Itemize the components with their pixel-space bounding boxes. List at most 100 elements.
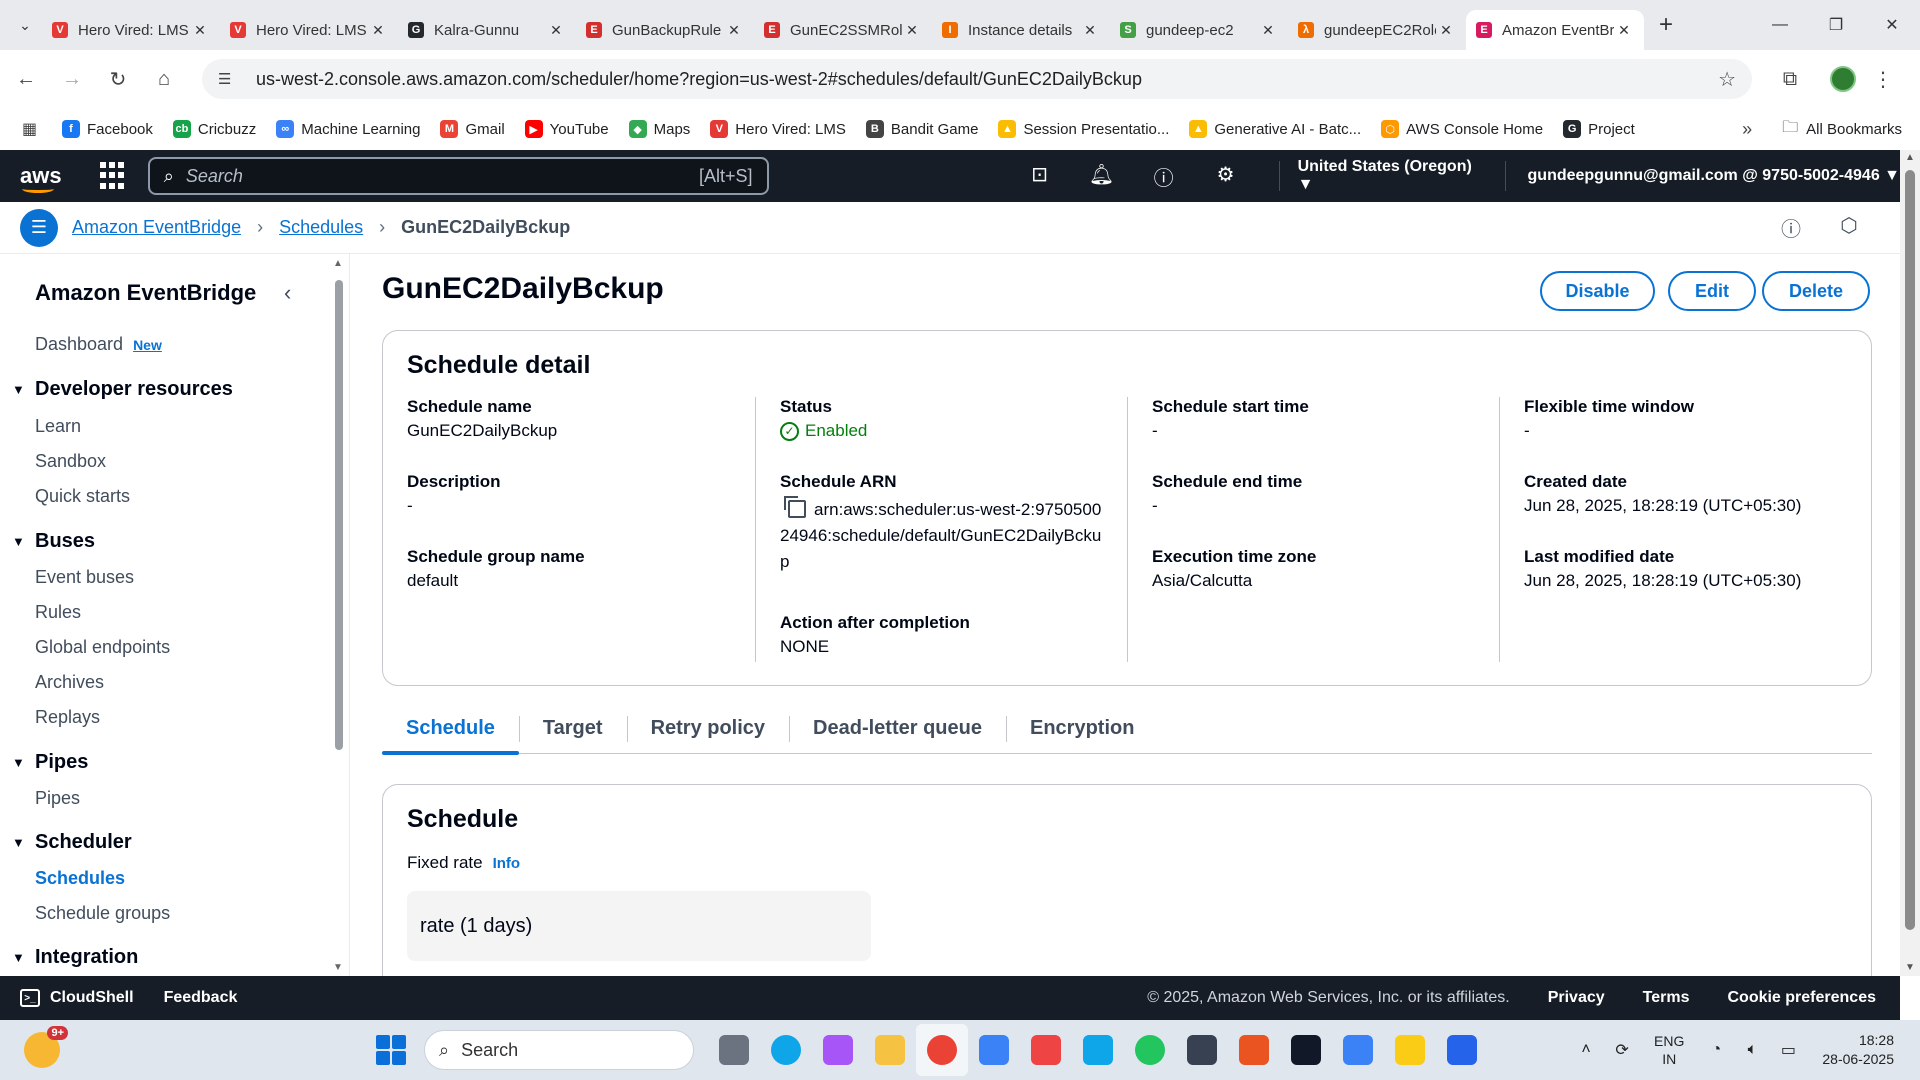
extensions-puzzle-icon[interactable]: ⧉	[1770, 68, 1810, 91]
region-selector[interactable]: United States (Oregon) ▼	[1278, 158, 1477, 193]
sidebar-item-schedule-groups[interactable]: Schedule groups	[35, 903, 170, 924]
disable-button[interactable]: Disable	[1540, 271, 1655, 311]
file-explorer-app-icon[interactable]	[864, 1024, 916, 1076]
scroll-up-icon[interactable]: ▲	[1905, 152, 1915, 163]
ubuntu-app-icon[interactable]	[1228, 1024, 1280, 1076]
windows-start-icon[interactable]	[376, 1035, 406, 1065]
tab-schedule[interactable]: Schedule	[382, 704, 519, 755]
sidebar-item-rules[interactable]: Rules	[35, 602, 81, 623]
battery-icon[interactable]: ▭	[1770, 1040, 1806, 1060]
bookmark-item[interactable]: M Gmail	[440, 120, 505, 138]
terms-link[interactable]: Terms	[1643, 989, 1690, 1007]
sidebar-item-archives[interactable]: Archives	[35, 672, 104, 693]
task-view-app-icon[interactable]	[708, 1024, 760, 1076]
page-scrollbar[interactable]: ▲ ▼	[1900, 150, 1920, 976]
scrollbar-thumb[interactable]	[335, 280, 343, 750]
forward-arrow-icon[interactable]: →	[52, 59, 92, 99]
cloudshell-button[interactable]: >_ CloudShell	[20, 989, 134, 1007]
scroll-up-icon[interactable]: ▲	[333, 258, 343, 269]
new-tab-plus-icon[interactable]: +	[1650, 9, 1682, 41]
bookmark-item[interactable]: ⬡ AWS Console Home	[1381, 120, 1543, 138]
profile-avatar[interactable]	[1830, 66, 1856, 92]
language-indicator[interactable]: ENG IN	[1654, 1032, 1684, 1068]
feedback-link[interactable]: Feedback	[164, 989, 238, 1007]
sidebar-section-developer[interactable]: ▼ Developer resources	[12, 378, 233, 401]
sidebar-section-buses[interactable]: ▼ Buses	[12, 530, 95, 553]
browser-tab[interactable]: λ gundeepEC2Role ✕	[1288, 10, 1466, 50]
scrollbar-thumb[interactable]	[1905, 170, 1915, 930]
close-tab-icon[interactable]: ✕	[902, 22, 922, 39]
services-grid-icon[interactable]	[100, 162, 126, 190]
collapse-sidenav-icon[interactable]: ‹	[284, 280, 291, 306]
delete-button[interactable]: Delete	[1762, 271, 1870, 311]
close-tab-icon[interactable]: ✕	[1614, 22, 1634, 39]
terminal-app-icon[interactable]	[1176, 1024, 1228, 1076]
sidebar-item-sandbox[interactable]: Sandbox	[35, 451, 106, 472]
bookmark-item[interactable]: ▲ Session Presentatio...	[998, 120, 1169, 138]
chevron-up-icon[interactable]: ˄	[1568, 1041, 1604, 1059]
bookmark-item[interactable]: cb Cricbuzz	[172, 120, 256, 138]
sidebar-item-learn[interactable]: Learn	[35, 416, 81, 437]
maximize-icon[interactable]: ❐	[1808, 0, 1864, 50]
hamburger-menu-icon[interactable]: ☰	[20, 208, 58, 247]
scroll-down-icon[interactable]: ▼	[333, 962, 343, 973]
browser-tab[interactable]: G Kalra-Gunnu ✕	[398, 10, 576, 50]
bookmark-item[interactable]: f Facebook	[62, 120, 153, 138]
taskbar-search-input[interactable]: ⌕ Search	[424, 1030, 694, 1070]
browser-tab[interactable]: Sgundeep-ec2 ✕	[1110, 10, 1288, 50]
bookmarks-overflow-icon[interactable]: »	[1742, 119, 1752, 140]
breadcrumb-eventbridge-link[interactable]: Amazon EventBridge	[72, 217, 241, 238]
notepad-app-icon[interactable]	[1332, 1024, 1384, 1076]
sidebar-item-quick-starts[interactable]: Quick starts	[35, 486, 130, 507]
whatsapp-app-icon[interactable]	[1124, 1024, 1176, 1076]
tab-search-chevron-icon[interactable]: ⌄	[8, 8, 42, 42]
close-tab-icon[interactable]: ✕	[724, 22, 744, 39]
sidebar-item-pipes[interactable]: Pipes	[35, 788, 80, 809]
settings-gear-icon[interactable]: ⚙	[1195, 162, 1257, 191]
cookie-preferences-link[interactable]: Cookie preferences	[1727, 989, 1876, 1007]
browser-tab[interactable]: V Hero Vired: LMS ✕	[42, 10, 220, 50]
sidebar-section-scheduler[interactable]: ▼ Scheduler	[12, 831, 132, 854]
all-bookmarks-button[interactable]: 🗀 All Bookmarks	[1782, 116, 1902, 143]
bookmark-item[interactable]: G Project	[1563, 120, 1635, 138]
tab-retry-policy[interactable]: Retry policy	[626, 704, 789, 754]
bookmark-item[interactable]: B Bandit Game	[865, 120, 978, 138]
copy-icon[interactable]	[784, 496, 806, 518]
site-info-icon[interactable]: ☰	[218, 70, 238, 88]
back-arrow-icon[interactable]: ←	[6, 59, 46, 99]
bookmark-item[interactable]: V Hero Vired: LMS	[710, 120, 846, 138]
apps-grid-icon[interactable]: ▦	[22, 119, 42, 139]
chatgpt-app-icon[interactable]	[1280, 1024, 1332, 1076]
tab-dead-letter-queue[interactable]: Dead-letter queue	[789, 704, 1006, 754]
close-tab-icon[interactable]: ✕	[1080, 22, 1100, 39]
url-text[interactable]: us-west-2.console.aws.amazon.com/schedul…	[256, 69, 1718, 90]
sidenav-title[interactable]: Amazon EventBridge	[35, 280, 256, 306]
help-panel-icon[interactable]: ⬡	[1820, 213, 1878, 242]
close-window-icon[interactable]: ✕	[1864, 0, 1920, 50]
sidenav-scrollbar[interactable]: ▲ ▼	[333, 258, 345, 973]
sidebar-item-event-buses[interactable]: Event buses	[35, 567, 134, 588]
browser-tab[interactable]: E GunEC2SSMRole ✕	[754, 10, 932, 50]
close-tab-icon[interactable]: ✕	[190, 22, 210, 39]
wifi-icon[interactable]: ◔	[1698, 1041, 1734, 1059]
help-icon[interactable]: ⓘ	[1133, 162, 1195, 191]
account-menu[interactable]: gundeepgunnu@gmail.com @ 9750-5002-4946 …	[1504, 161, 1900, 191]
url-omnibox[interactable]: ☰ us-west-2.console.aws.amazon.com/sched…	[202, 59, 1752, 99]
clock[interactable]: 18:28 28-06-2025	[1822, 1031, 1894, 1069]
sidebar-section-pipes[interactable]: ▼ Pipes	[12, 751, 88, 774]
scroll-down-icon[interactable]: ▼	[1905, 962, 1915, 973]
browser-menu-kebab-icon[interactable]: ⋮	[1868, 67, 1898, 92]
edit-button[interactable]: Edit	[1668, 271, 1756, 311]
bookmark-item[interactable]: ◆ Maps	[628, 120, 690, 138]
weather-widget-icon[interactable]: 9+	[24, 1026, 68, 1068]
tab-encryption[interactable]: Encryption	[1005, 704, 1158, 754]
sync-icon[interactable]: ⟳	[1604, 1040, 1640, 1060]
info-panel-icon[interactable]: ⓘ	[1762, 213, 1820, 242]
edge-app-icon[interactable]	[760, 1024, 812, 1076]
privacy-link[interactable]: Privacy	[1548, 989, 1605, 1007]
vscode-app-icon[interactable]	[1436, 1024, 1488, 1076]
breadcrumb-schedules-link[interactable]: Schedules	[279, 217, 363, 238]
volume-icon[interactable]: 🔈︎	[1734, 1041, 1770, 1059]
sidebar-item-dashboard[interactable]: Dashboard New	[35, 334, 162, 355]
sidebar-item-global-endpoints[interactable]: Global endpoints	[35, 637, 170, 658]
